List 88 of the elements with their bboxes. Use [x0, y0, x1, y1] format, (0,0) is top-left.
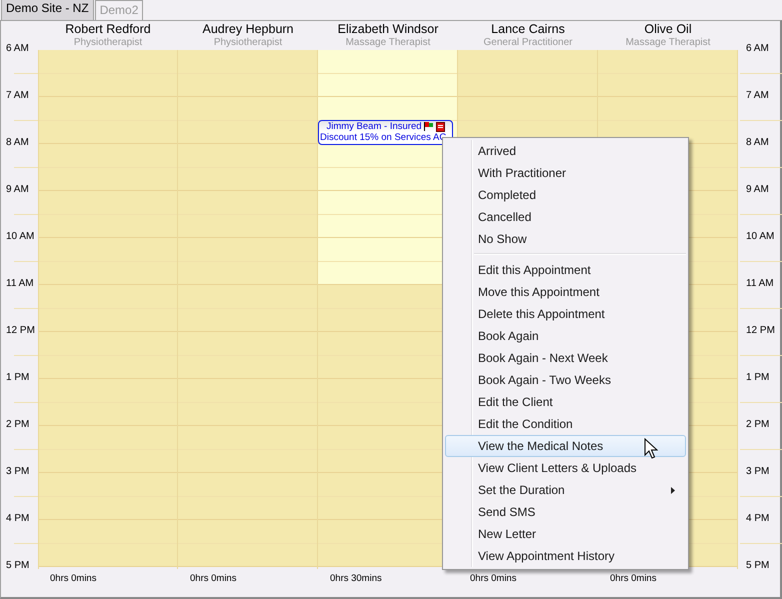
menu-item[interactable]: Book Again — [445, 325, 686, 347]
total-hours: 0hrs 0mins — [49, 572, 98, 584]
time-slot[interactable] — [39, 238, 177, 285]
time-label: 1 PM — [5, 371, 30, 385]
time-slot[interactable] — [39, 520, 177, 567]
time-slot[interactable] — [178, 97, 317, 144]
practitioner-name: Elizabeth Windsor — [338, 22, 438, 37]
time-slot[interactable] — [178, 238, 317, 285]
time-slot[interactable] — [178, 285, 317, 332]
time-slot[interactable] — [39, 285, 177, 332]
practitioner-name: Lance Cairns — [491, 22, 565, 37]
time-label: 10 AM — [745, 230, 774, 244]
menu-item[interactable]: Cancelled — [445, 206, 686, 228]
time-slot[interactable] — [458, 50, 597, 97]
menu-item[interactable]: Delete this Appointment — [445, 303, 686, 325]
menu-item[interactable]: Edit this Appointment — [445, 259, 686, 281]
time-slot[interactable] — [39, 379, 177, 426]
menu-item[interactable]: Edit the Condition — [445, 413, 686, 435]
time-label: 11 AM — [745, 277, 774, 291]
practitioner-role: Massage Therapist — [626, 37, 710, 49]
practitioner-name: Audrey Hepburn — [202, 22, 294, 37]
notes-icon — [436, 122, 445, 132]
time-slot[interactable] — [598, 97, 737, 144]
time-slot[interactable] — [39, 332, 177, 379]
time-label: 2 PM — [745, 418, 770, 432]
practitioner-name: Robert Redford — [65, 22, 151, 37]
practitioner-role: Physiotherapist — [214, 37, 282, 49]
time-label: 11 AM — [5, 277, 34, 291]
total-hours: 0hrs 30mins — [329, 572, 383, 584]
time-slot[interactable] — [39, 426, 177, 473]
menu-item[interactable]: New Letter — [445, 523, 686, 545]
menu-item[interactable]: View Appointment History — [445, 545, 686, 567]
time-slot[interactable] — [39, 50, 177, 97]
menu-item[interactable]: With Practitioner — [445, 162, 686, 184]
menu-item[interactable]: View the Medical Notes — [445, 435, 686, 457]
time-slot[interactable] — [178, 426, 317, 473]
time-slot[interactable] — [178, 520, 317, 567]
time-label: 9 AM — [5, 183, 29, 197]
site-tab[interactable]: Demo Site - NZ — [1, 0, 94, 20]
menu-item[interactable]: Send SMS — [445, 501, 686, 523]
time-label: 3 PM — [745, 465, 770, 479]
time-label: 7 AM — [5, 89, 29, 103]
time-label: 12 PM — [745, 324, 775, 338]
time-slot[interactable] — [39, 473, 177, 520]
time-slot[interactable] — [39, 144, 177, 191]
time-label: 1 PM — [745, 371, 770, 385]
time-slot[interactable] — [178, 332, 317, 379]
practitioner-role: Massage Therapist — [346, 37, 430, 49]
time-label: 4 PM — [5, 512, 30, 526]
time-slot[interactable] — [178, 144, 317, 191]
menu-item[interactable]: Move this Appointment — [445, 281, 686, 303]
time-label: 6 AM — [745, 42, 769, 56]
time-slot[interactable] — [598, 50, 737, 97]
time-label: 4 PM — [745, 512, 770, 526]
menu-item[interactable]: Completed — [445, 184, 686, 206]
menu-item[interactable]: Book Again - Two Weeks — [445, 369, 686, 391]
time-label: 5 PM — [745, 559, 770, 573]
total-hours: 0hrs 0mins — [189, 572, 238, 584]
time-label: 8 AM — [5, 136, 29, 150]
practitioner-name: Olive Oil — [644, 22, 692, 37]
time-label: 5 PM — [5, 559, 30, 573]
time-slot[interactable] — [39, 97, 177, 144]
time-label: 2 PM — [5, 418, 30, 432]
time-label: 12 PM — [5, 324, 35, 338]
total-hours: 0hrs 0mins — [609, 572, 658, 584]
practitioner-role: Physiotherapist — [74, 37, 142, 49]
time-slot[interactable] — [178, 50, 317, 97]
time-label: 8 AM — [745, 136, 769, 150]
cursor-icon — [644, 438, 658, 460]
time-slot[interactable] — [39, 191, 177, 238]
time-label: 6 AM — [5, 42, 29, 56]
time-label: 10 AM — [5, 230, 34, 244]
menu-item[interactable]: Edit the Client — [445, 391, 686, 413]
total-hours: 0hrs 0mins — [469, 572, 518, 584]
time-slot[interactable] — [318, 50, 457, 97]
appointment-title: Jimmy Beam - Insured — [326, 121, 422, 132]
time-label: 9 AM — [745, 183, 769, 197]
time-slot[interactable] — [178, 191, 317, 238]
menu-item[interactable]: Book Again - Next Week — [445, 347, 686, 369]
menu-item[interactable]: View Client Letters & Uploads — [445, 457, 686, 479]
menu-item[interactable]: No Show — [445, 228, 686, 250]
menu-item[interactable]: Set the Duration — [445, 479, 686, 501]
flag-icon — [424, 122, 434, 131]
practitioner-role: General Practitioner — [484, 37, 572, 49]
time-label: 7 AM — [745, 89, 769, 103]
time-slot[interactable] — [178, 379, 317, 426]
time-slot[interactable] — [178, 473, 317, 520]
time-label: 3 PM — [5, 465, 30, 479]
